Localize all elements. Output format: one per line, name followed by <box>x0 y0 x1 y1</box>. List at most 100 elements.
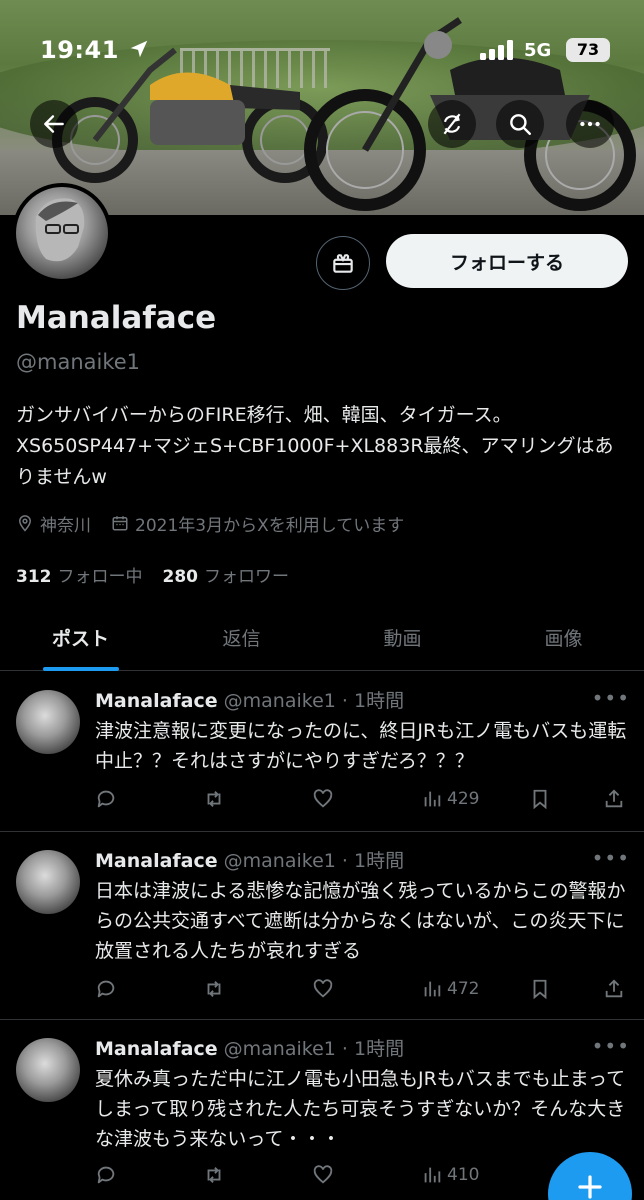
reply-icon <box>97 980 115 998</box>
bookmark-button[interactable] <box>529 788 555 810</box>
bookmark-icon <box>533 789 547 810</box>
followers-link[interactable]: 280 フォロワー <box>163 562 290 587</box>
status-time: 19:41 <box>40 36 119 64</box>
repost-icon <box>207 1167 221 1183</box>
location-arrow-icon <box>130 40 148 58</box>
heart-icon <box>313 789 333 808</box>
location-item: 神奈川 <box>16 511 91 536</box>
plus-icon <box>578 1175 602 1199</box>
reply-button[interactable] <box>95 788 121 810</box>
bookmark-button[interactable] <box>529 978 555 1000</box>
joined-item: 2021年3月からXを利用しています <box>111 511 404 536</box>
post-author-name: Manalaface <box>95 850 218 872</box>
reply-icon <box>97 790 115 808</box>
like-button[interactable] <box>312 788 338 810</box>
like-button[interactable] <box>312 978 338 1000</box>
views-button[interactable]: 410 <box>421 1164 479 1186</box>
arrow-left-icon <box>44 115 64 133</box>
tab-images[interactable]: 画像 <box>483 605 644 670</box>
refresh-slash-icon <box>443 113 461 135</box>
avatar-face-image <box>35 198 85 262</box>
post-avatar[interactable] <box>16 1038 80 1102</box>
profile-meta: 神奈川 2021年3月からXを利用しています <box>16 510 424 536</box>
repost-icon <box>207 981 221 997</box>
post-item[interactable]: Manalaface @manaike1 · 1時間 ••• 夏休み真っただ中に江… <box>0 1020 644 1200</box>
post-actions: 429 <box>95 788 630 816</box>
more-options-button[interactable] <box>566 100 614 148</box>
location-text: 神奈川 <box>40 515 91 536</box>
post-header: Manalaface @manaike1 · 1時間 <box>95 1034 404 1061</box>
profile-tabs: ポスト 返信 動画 画像 <box>0 605 644 671</box>
post-author-name: Manalaface <box>95 1038 218 1060</box>
battery-indicator: 73 <box>566 38 610 62</box>
share-icon <box>605 789 623 808</box>
reply-icon <box>97 1166 115 1184</box>
post-more-button[interactable]: ••• <box>592 1034 630 1058</box>
views-count: 429 <box>447 789 480 809</box>
share-icon <box>605 979 623 998</box>
views-chart-icon <box>424 981 441 997</box>
profile-handle: @manaike1 <box>16 350 141 374</box>
heart-icon <box>313 1165 333 1184</box>
share-button[interactable] <box>603 978 629 1000</box>
calendar-icon <box>112 516 128 531</box>
post-more-button[interactable]: ••• <box>592 686 630 710</box>
cellular-signal-icon <box>480 40 513 60</box>
tab-replies[interactable]: 返信 <box>161 605 322 670</box>
views-count: 472 <box>447 979 480 999</box>
back-button[interactable] <box>30 100 78 148</box>
like-button[interactable] <box>312 1164 338 1186</box>
views-chart-icon <box>424 791 441 807</box>
post-meta: @manaike1 · 1時間 <box>223 850 405 872</box>
network-type: 5G <box>524 40 552 61</box>
post-header: Manalaface @manaike1 · 1時間 <box>95 686 404 713</box>
post-avatar[interactable] <box>16 690 80 754</box>
followers-label: フォロワー <box>204 567 289 587</box>
post-item[interactable]: Manalaface @manaike1 · 1時間 ••• 日本は津波による悲惨… <box>0 832 644 1020</box>
views-count: 410 <box>447 1165 480 1185</box>
following-count: 312 <box>16 567 52 587</box>
repost-icon <box>207 791 221 807</box>
post-item[interactable]: Manalaface @manaike1 · 1時間 ••• 津波注意報に変更にな… <box>0 672 644 832</box>
post-header: Manalaface @manaike1 · 1時間 <box>95 846 404 873</box>
views-chart-icon <box>424 1167 441 1183</box>
bookmark-icon <box>533 979 547 1000</box>
status-bar: 19:41 5G 73 <box>0 30 644 70</box>
heart-icon <box>313 979 333 998</box>
more-horizontal-icon <box>580 121 600 127</box>
reply-button[interactable] <box>95 1164 121 1186</box>
location-pin-icon <box>18 515 32 532</box>
following-label: フォロー中 <box>57 567 143 587</box>
post-meta: @manaike1 · 1時間 <box>223 1038 405 1060</box>
repost-button[interactable] <box>203 788 229 810</box>
views-button[interactable]: 429 <box>421 788 479 810</box>
tab-posts[interactable]: ポスト <box>0 605 161 670</box>
post-actions: 472 <box>95 978 630 1006</box>
gift-icon <box>333 254 353 273</box>
post-text: 夏休み真っただ中に江ノ電も小田急もJRもバスまでも止まってしまって取り残された人… <box>95 1068 626 1150</box>
post-more-button[interactable]: ••• <box>592 846 630 870</box>
post-text: 日本は津波による悲惨な記憶が強く残っているからこの警報からの公共交通すべて遮断は… <box>95 880 626 962</box>
views-button[interactable]: 472 <box>421 978 479 1000</box>
profile-bio: ガンサバイバーからのFIRE移行、畑、韓国、タイガース。XS650SP447+マ… <box>16 404 614 488</box>
profile-avatar[interactable] <box>12 183 112 283</box>
profile-name: Manalaface <box>16 300 217 336</box>
followers-count: 280 <box>162 567 199 587</box>
follow-button[interactable]: フォローする <box>386 234 628 288</box>
post-text: 津波注意報に変更になったのに、終日JRも江ノ電もバスも運転中止？？それはさすがに… <box>95 720 627 772</box>
reply-button[interactable] <box>95 978 121 1000</box>
following-link[interactable]: 312 フォロー中 <box>16 562 143 587</box>
follow-counts: 312 フォロー中 280 フォロワー <box>16 562 309 587</box>
repost-button[interactable] <box>203 978 229 1000</box>
post-avatar[interactable] <box>16 850 80 914</box>
post-meta: @manaike1 · 1時間 <box>223 690 405 712</box>
joined-text: 2021年3月からXを利用しています <box>135 515 405 536</box>
repost-button[interactable] <box>203 1164 229 1186</box>
tab-videos[interactable]: 動画 <box>322 605 483 670</box>
post-author-name: Manalaface <box>95 690 218 712</box>
share-button[interactable] <box>603 788 629 810</box>
gift-button[interactable] <box>316 236 370 290</box>
search-icon <box>510 114 531 135</box>
refresh-button[interactable] <box>428 100 476 148</box>
search-button[interactable] <box>496 100 544 148</box>
